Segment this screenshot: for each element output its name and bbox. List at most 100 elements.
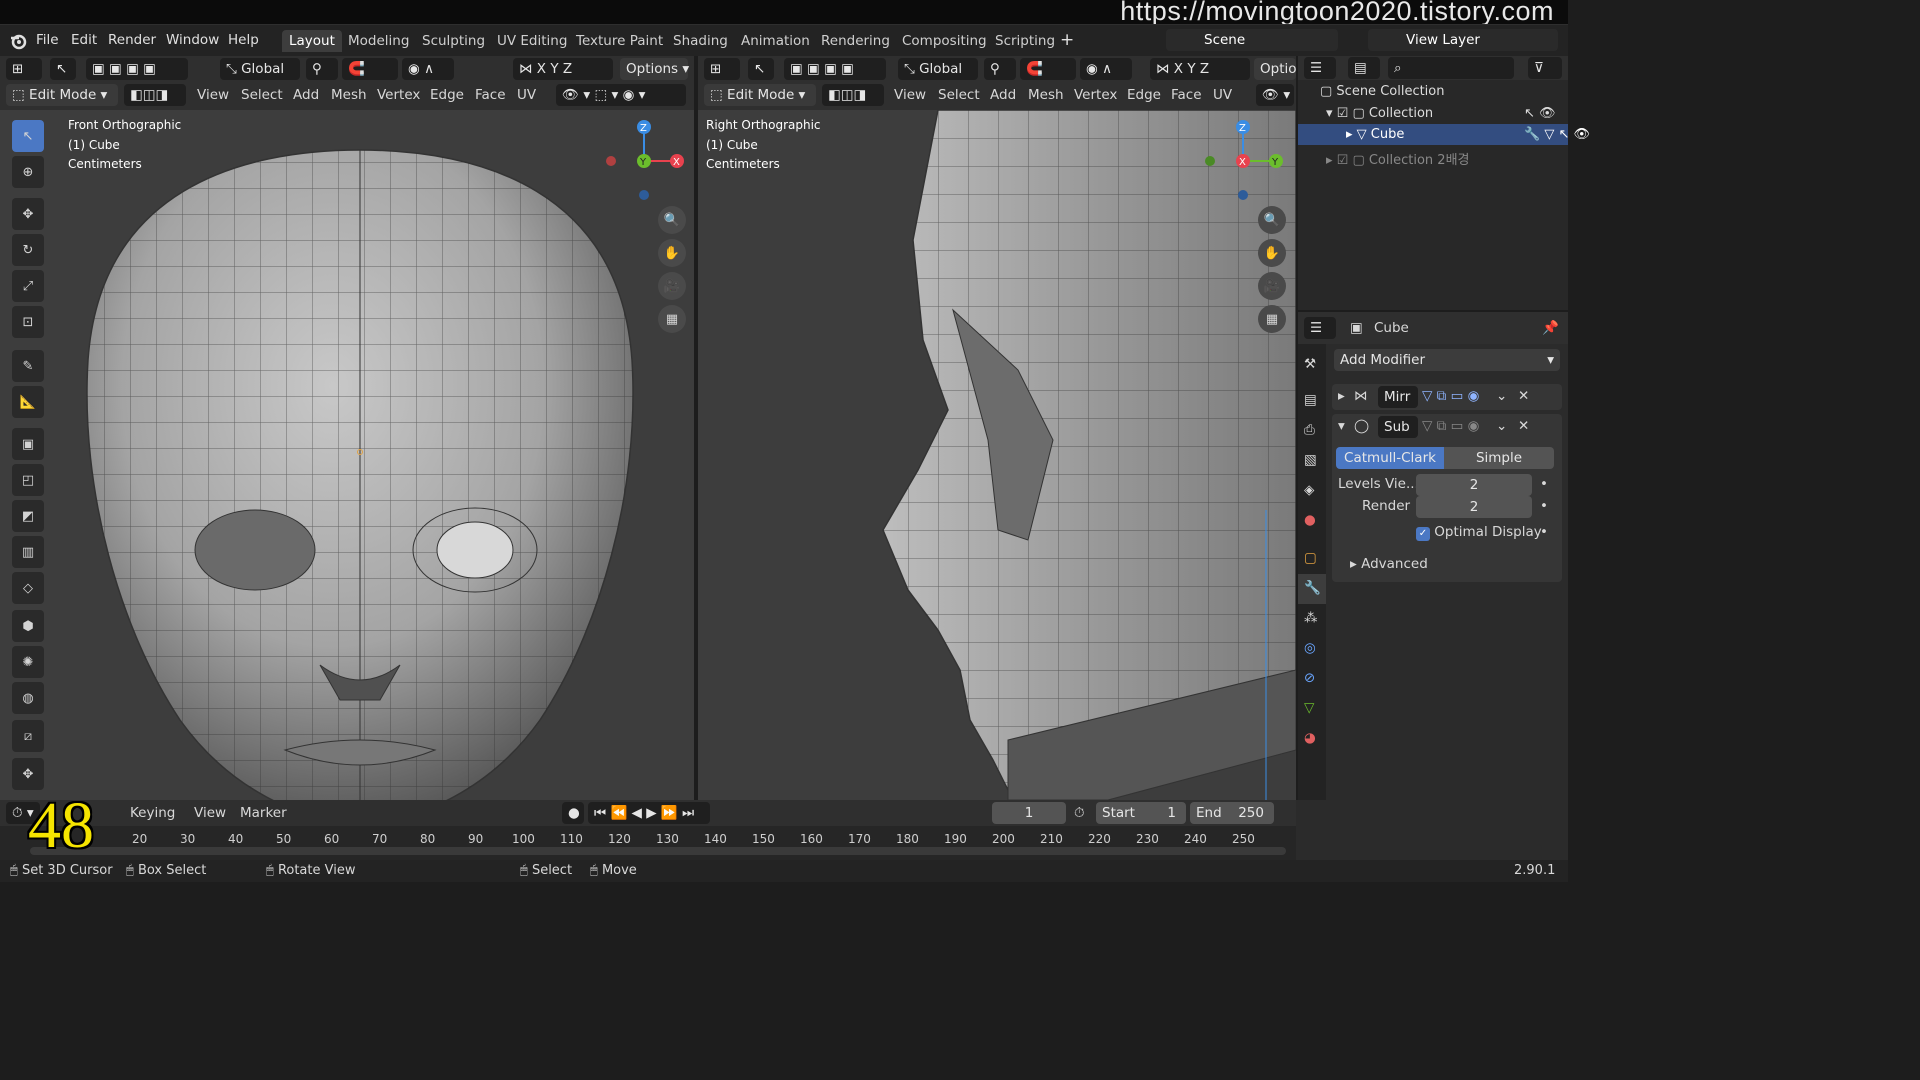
measure-icon[interactable]: 📐 xyxy=(12,386,44,418)
rip-icon[interactable]: ✥ xyxy=(12,758,44,790)
navigation-gizmo[interactable]: Z X Y xyxy=(600,118,690,208)
zoom-icon-right[interactable]: 🔍 xyxy=(1258,206,1286,234)
timeline-menu-marker[interactable]: Marker xyxy=(240,805,287,821)
mirror-dropdown-icon[interactable]: ⌄ xyxy=(1496,388,1507,404)
editor-type-button[interactable]: ⊞ xyxy=(6,58,42,80)
snap-icon-right[interactable]: 🧲 xyxy=(1020,58,1076,80)
shear-icon[interactable]: ⧄ xyxy=(12,720,44,752)
add-modifier-dropdown[interactable]: Add Modifier ▾ xyxy=(1334,349,1560,371)
current-frame-field[interactable]: 1 xyxy=(992,802,1066,824)
display-mode-icon[interactable]: ▤ xyxy=(1348,57,1380,79)
vp-menu-add-right[interactable]: Add xyxy=(990,87,1016,103)
mirror-axes[interactable]: ⋈ X Y Z xyxy=(513,58,613,80)
orientation-dropdown[interactable]: ⤡ Global xyxy=(220,58,300,80)
vp-menu-uv[interactable]: UV xyxy=(517,87,536,103)
vp-menu-add[interactable]: Add xyxy=(293,87,319,103)
expand-icon[interactable]: ▸ xyxy=(1338,388,1345,404)
vp-menu-edge[interactable]: Edge xyxy=(430,87,464,103)
tab-compositing[interactable]: Compositing xyxy=(895,30,994,52)
record-icon[interactable]: ● xyxy=(562,802,584,824)
properties-editor-type[interactable]: ☰ xyxy=(1304,317,1336,339)
visibility-eye-icon[interactable]: ↖ 👁 xyxy=(1524,106,1556,121)
menu-help[interactable]: Help xyxy=(228,32,259,48)
mode-dropdown[interactable]: ⬚ Edit Mode ▾ xyxy=(6,84,118,106)
extrude-icon[interactable]: ▣ xyxy=(12,428,44,460)
camera-icon-right[interactable]: 🎥 xyxy=(1258,272,1286,300)
constraints-tab-icon[interactable]: ⊘ xyxy=(1304,670,1315,686)
view-layer-selector[interactable]: View Layer xyxy=(1368,29,1558,51)
vp-menu-vertex[interactable]: Vertex xyxy=(377,87,420,103)
tool-tab-icon[interactable]: ⚒ xyxy=(1304,356,1316,372)
overlay-toggle-right[interactable]: 👁 ▾ xyxy=(1256,84,1294,106)
stopwatch-icon[interactable]: ⏱ xyxy=(1074,805,1085,821)
outliner-editor-type[interactable]: ☰ xyxy=(1304,57,1336,79)
pin-icon[interactable]: 📌 xyxy=(1542,320,1559,336)
select-box-icon[interactable]: ↖ xyxy=(12,120,44,152)
vp-menu-face[interactable]: Face xyxy=(475,87,506,103)
timeline-scrollbar[interactable] xyxy=(30,847,1286,855)
grid-icon-right[interactable]: ▦ xyxy=(1258,305,1286,333)
poly-build-icon[interactable]: ⬢ xyxy=(12,610,44,642)
options-dropdown-right[interactable]: Optio xyxy=(1254,58,1296,80)
zoom-icon[interactable]: 🔍 xyxy=(658,206,686,234)
tab-scripting[interactable]: Scripting xyxy=(988,30,1062,52)
tab-modeling[interactable]: Modeling xyxy=(341,30,416,52)
modifier-tab-icon[interactable]: 🔧 xyxy=(1304,580,1321,596)
tab-texture-paint[interactable]: Texture Paint xyxy=(569,30,670,52)
advanced-subpanel[interactable]: ▸ Advanced xyxy=(1350,556,1428,572)
physics-tab-icon[interactable]: ◎ xyxy=(1304,640,1316,656)
vp-menu-select-right[interactable]: Select xyxy=(938,87,980,103)
select-tool-icon[interactable]: ↖ xyxy=(50,58,76,80)
bevel-icon[interactable]: ◩ xyxy=(12,500,44,532)
subsurf-remove-icon[interactable]: ✕ xyxy=(1518,418,1529,434)
vp-menu-mesh-right[interactable]: Mesh xyxy=(1028,87,1064,103)
element-select-buttons[interactable]: ◧◫◨ xyxy=(124,84,186,106)
viewport-front[interactable]: ⊞ ↖ ▣ ▣ ▣ ▣ ⤡ Global ⚲ 🧲 ◉ ∧ ⋈ X Y Z Opt… xyxy=(0,56,694,800)
world-tab-icon[interactable]: ● xyxy=(1304,512,1316,528)
subsurf-dropdown-icon[interactable]: ⌄ xyxy=(1496,418,1507,434)
menu-file[interactable]: File xyxy=(36,32,59,48)
mesh-front-view[interactable] xyxy=(0,110,694,800)
rotate-icon[interactable]: ↻ xyxy=(12,234,44,266)
navigation-gizmo-right[interactable]: Z Y X xyxy=(1198,118,1288,208)
tab-layout[interactable]: Layout xyxy=(282,30,342,52)
mesh-side-view[interactable] xyxy=(698,110,1296,800)
particles-tab-icon[interactable]: ⁂ xyxy=(1304,610,1318,626)
menu-edit[interactable]: Edit xyxy=(71,32,97,48)
pan-hand-icon[interactable]: ✋ xyxy=(658,239,686,267)
scene-selector[interactable]: Scene xyxy=(1166,29,1338,51)
snap-icon[interactable]: 🧲 xyxy=(342,58,398,80)
outliner-collection-2[interactable]: ▸ ☑ ▢ Collection 2배경 xyxy=(1326,149,1470,168)
subsurf-name-field[interactable]: Sub xyxy=(1378,416,1418,438)
scene-tab-icon[interactable]: ◈ xyxy=(1304,482,1314,498)
end-frame-field[interactable]: End 250 xyxy=(1190,802,1274,824)
add-workspace-icon[interactable]: + xyxy=(1060,30,1074,50)
vp-menu-mesh[interactable]: Mesh xyxy=(331,87,367,103)
blender-logo-icon[interactable] xyxy=(9,32,27,50)
select-tool-icon-right[interactable]: ↖ xyxy=(748,58,774,80)
vp-menu-view[interactable]: View xyxy=(197,87,229,103)
collapse-icon[interactable]: ▾ xyxy=(1338,418,1345,434)
render-levels-field[interactable]: 2 xyxy=(1416,496,1532,518)
optimal-anim-dot[interactable]: • xyxy=(1540,524,1548,540)
mode-dropdown-right[interactable]: ⬚ Edit Mode ▾ xyxy=(704,84,816,106)
mirror-name-field[interactable]: Mirr xyxy=(1378,386,1418,408)
playback-controls[interactable]: ⏮ ⏪ ◀ ▶ ⏩ ⏭ xyxy=(588,802,710,824)
filter-icon[interactable]: ⊽ xyxy=(1528,57,1562,79)
pivot-icon-right[interactable]: ⚲ xyxy=(984,58,1016,80)
outliner-collection[interactable]: ▾ ☑ ▢ Collection ↖ 👁 xyxy=(1326,106,1556,121)
overlay-toggles[interactable]: 👁 ▾ ⬚ ▾ ◉ ▾ xyxy=(556,84,686,106)
modifier-mesh-icons[interactable]: 🔧 ▽ ↖ 👁 xyxy=(1524,127,1590,142)
proportional-edit-icon[interactable]: ◉ ∧ xyxy=(402,58,454,80)
tab-rendering[interactable]: Rendering xyxy=(814,30,897,52)
subsurf-toggle-icons[interactable]: ▽ ⧉ ▭ ◉ xyxy=(1422,418,1479,434)
catmull-clark-tab[interactable]: Catmull-Clark xyxy=(1336,447,1444,469)
timeline-menu-keying[interactable]: Keying xyxy=(130,805,175,821)
mirror-axes-right[interactable]: ⋈ X Y Z xyxy=(1150,58,1250,80)
select-mode-buttons-right[interactable]: ▣ ▣ ▣ ▣ xyxy=(784,58,886,80)
element-select-buttons-right[interactable]: ◧◫◨ xyxy=(822,84,884,106)
orientation-dropdown-right[interactable]: ⤡ Global xyxy=(898,58,978,80)
vp-menu-vertex-right[interactable]: Vertex xyxy=(1074,87,1117,103)
outliner-scene-collection[interactable]: ▢ Scene Collection xyxy=(1320,84,1445,99)
spin-icon[interactable]: ✺ xyxy=(12,646,44,678)
